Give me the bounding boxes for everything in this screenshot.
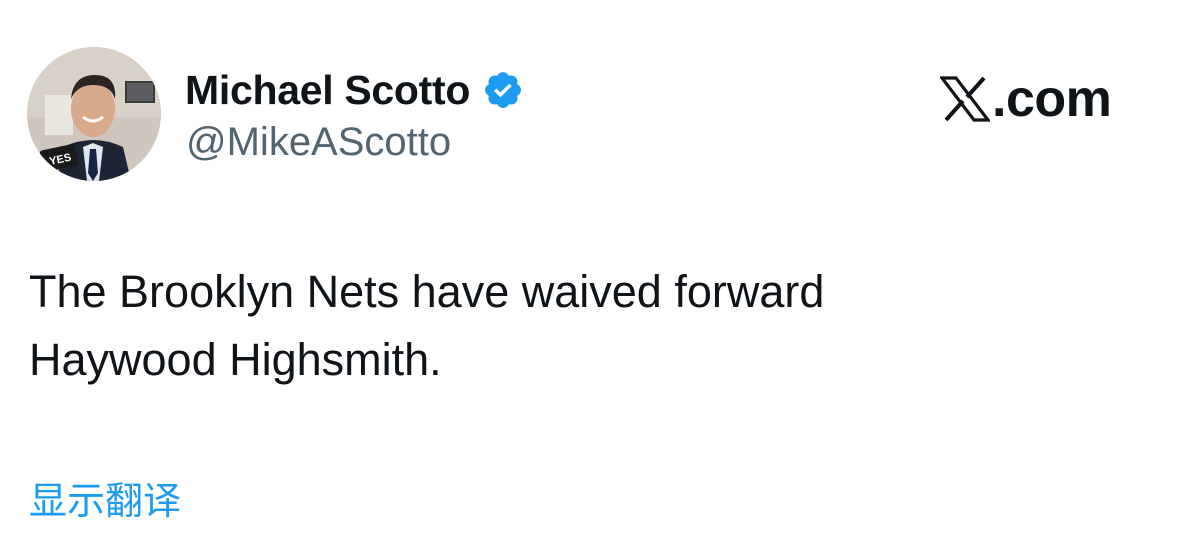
tweet-card: YES Michael Scotto @MikeAScotto .com The… [0, 0, 1179, 540]
verified-badge-icon [482, 69, 524, 111]
x-logo-icon [938, 76, 992, 122]
show-translation-link[interactable]: 显示翻译 [29, 470, 181, 525]
brand-watermark: .com [938, 70, 1112, 128]
tweet-body: The Brooklyn Nets have waived forward Ha… [29, 258, 1029, 394]
tweet-line: The Brooklyn Nets have waived forward [29, 266, 825, 317]
author-name[interactable]: Michael Scotto [185, 67, 470, 114]
profile-photo-icon: YES [27, 47, 161, 181]
avatar[interactable]: YES [27, 47, 161, 181]
author-handle[interactable]: @MikeAScotto [186, 120, 451, 165]
author-row: Michael Scotto [185, 64, 524, 116]
tweet-line: Haywood Highsmith. [29, 334, 442, 385]
brand-domain-text: .com [992, 70, 1112, 128]
